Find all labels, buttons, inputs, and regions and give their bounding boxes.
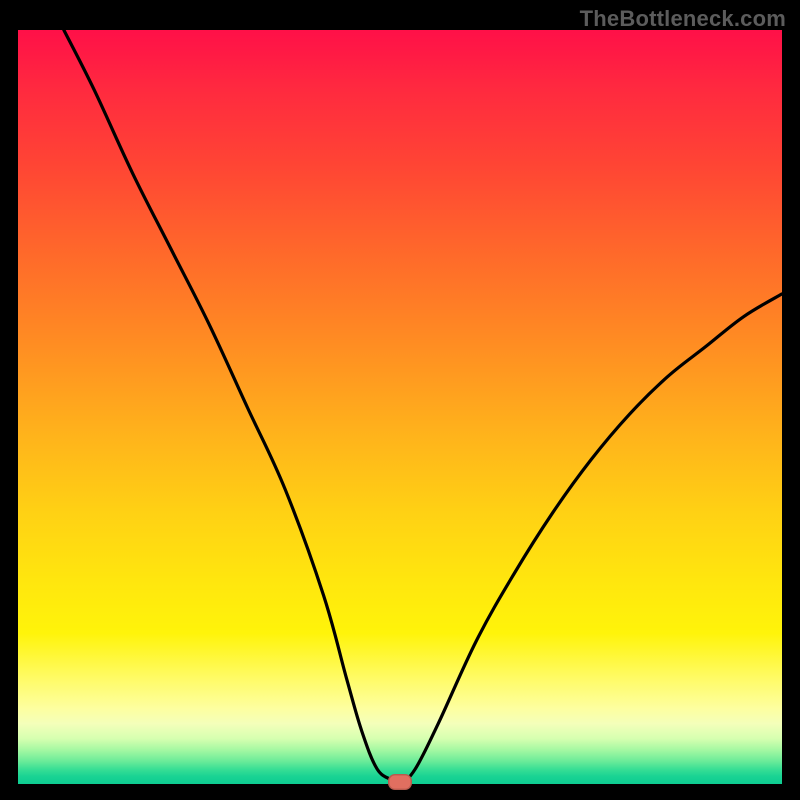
watermark-text: TheBottleneck.com <box>580 6 786 32</box>
minimum-marker <box>388 774 412 790</box>
chart-frame: TheBottleneck.com <box>0 0 800 800</box>
plot-inner <box>18 30 782 784</box>
bottleneck-curve <box>18 30 782 784</box>
plot-area <box>18 30 782 784</box>
